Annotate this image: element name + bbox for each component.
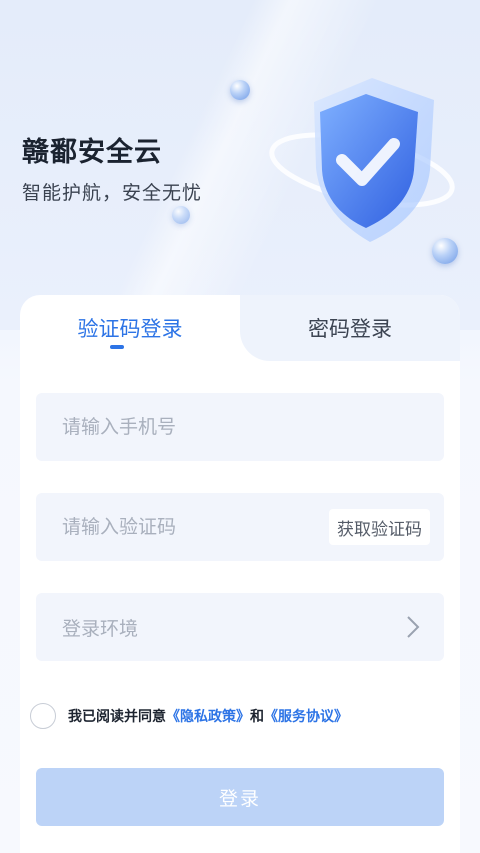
- tab-active-indicator: [110, 345, 124, 349]
- decor-bubble: [172, 206, 190, 224]
- login-button[interactable]: 登录: [36, 768, 444, 826]
- shield-icon: [269, 78, 455, 242]
- code-input[interactable]: [62, 516, 302, 538]
- service-agreement-link[interactable]: 《服务协议》: [264, 706, 348, 726]
- privacy-policy-link[interactable]: 《隐私政策》: [166, 706, 250, 726]
- hero-banner: 赣鄱安全云 智能护航，安全无忧: [0, 0, 480, 330]
- environment-placeholder: 登录环境: [62, 617, 139, 640]
- get-code-button[interactable]: 获取验证码: [329, 509, 430, 545]
- code-field[interactable]: 获取验证码: [36, 493, 444, 561]
- phone-input[interactable]: [62, 416, 302, 438]
- tab-sms-login[interactable]: 验证码登录: [20, 295, 240, 361]
- phone-field[interactable]: [36, 393, 444, 461]
- tab-password-login[interactable]: 密码登录: [240, 295, 460, 361]
- agreement-row: 我已阅读并同意 《隐私政策》 和 《服务协议》: [30, 701, 348, 731]
- app-subtitle: 智能护航，安全无忧: [22, 182, 203, 204]
- agreement-conjunction: 和: [250, 709, 264, 725]
- radio-unchecked-icon[interactable]: [30, 703, 56, 729]
- chevron-right-icon: [407, 616, 420, 638]
- agreement-prefix: 我已阅读并同意: [68, 709, 166, 725]
- app-title: 赣鄱安全云: [22, 137, 162, 168]
- login-card: 验证码登录 密码登录 获取验证码 登录环境 我已阅读并同意 《隐私政策》 和 《…: [20, 295, 460, 853]
- decor-bubble: [230, 80, 250, 100]
- environment-select[interactable]: 登录环境: [36, 593, 444, 661]
